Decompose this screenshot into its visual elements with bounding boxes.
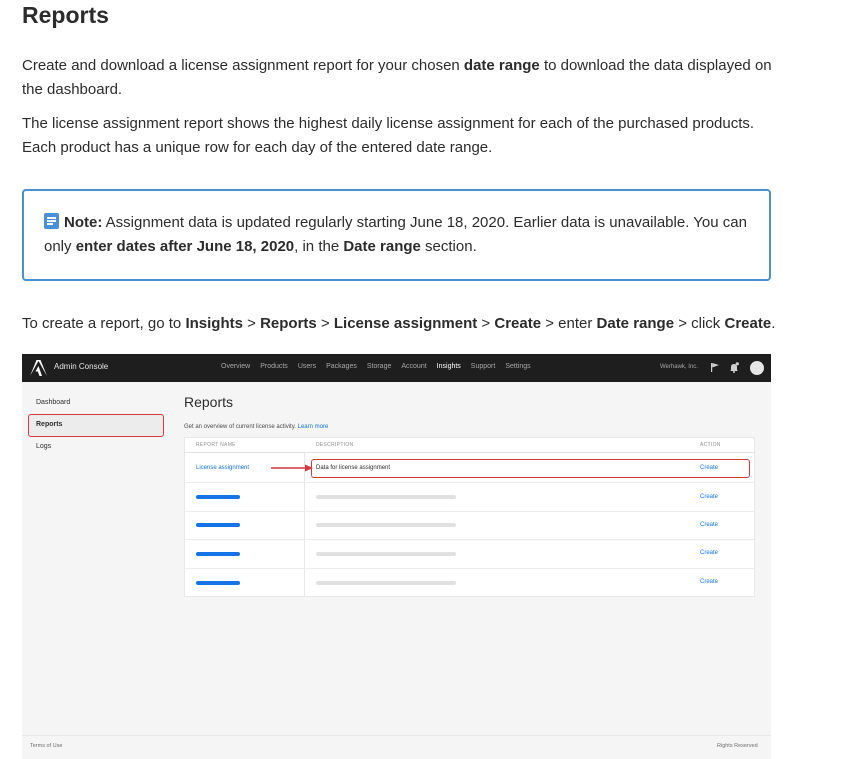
step-sep: > [477, 315, 495, 332]
flag-icon[interactable] [711, 363, 719, 372]
step-sep: > enter [541, 315, 597, 332]
top-nav: Overview Products Users Packages Storage… [221, 363, 531, 370]
row-divider [184, 539, 755, 540]
nav-storage[interactable]: Storage [367, 363, 392, 370]
create-button[interactable]: Create [700, 522, 718, 528]
step-sep: > [242, 315, 261, 332]
nav-insights[interactable]: Insights [437, 363, 461, 370]
placeholder-description-bar [316, 495, 456, 499]
adobe-logo-icon [30, 360, 47, 376]
terms-of-use-link[interactable]: Terms of Use [30, 743, 62, 749]
rights-reserved-text: Rights Reserved [717, 743, 758, 749]
row-divider [184, 568, 755, 569]
admin-console-screenshot: Admin Console Overview Products Users Pa… [22, 354, 771, 759]
note-text-2: , in the [294, 238, 344, 255]
placeholder-name-bar [196, 581, 240, 585]
nav-overview[interactable]: Overview [221, 363, 250, 370]
intro-paragraph: Create and download a license assignment… [22, 54, 782, 102]
bell-icon[interactable] [729, 362, 739, 373]
date-range-term: date range [463, 57, 540, 74]
reports-subtitle: Get an overview of current license activ… [184, 424, 328, 430]
create-button[interactable]: Create [700, 550, 718, 556]
footer [22, 735, 771, 759]
column-header-description: DESCRIPTION [316, 442, 354, 448]
sidebar-item-dashboard[interactable]: Dashboard [36, 399, 70, 406]
header-divider [184, 452, 755, 453]
step-sep: > click [674, 315, 725, 332]
create-button[interactable]: Create [700, 494, 718, 500]
report-description-paragraph: The license assignment report shows the … [22, 115, 755, 156]
subtitle-text: Get an overview of current license activ… [184, 424, 296, 430]
sidebar-item-logs[interactable]: Logs [36, 443, 51, 450]
nav-users[interactable]: Users [298, 363, 316, 370]
step-end: . [771, 315, 776, 332]
row-divider [184, 511, 755, 512]
row-description: Data for license assignment [316, 465, 391, 471]
steps-lead: To create a report, go to [22, 315, 186, 332]
avatar[interactable] [750, 361, 764, 375]
reports-heading: Reports [184, 394, 234, 410]
step-license-assignment: License assignment [333, 315, 478, 332]
steps-paragraph: To create a report, go to Insights > Rep… [22, 312, 782, 336]
org-name[interactable]: Werhawk, Inc. [660, 364, 698, 370]
nav-support[interactable]: Support [471, 363, 496, 370]
placeholder-name-bar [196, 523, 240, 527]
license-assignment-link[interactable]: License assignment [196, 465, 249, 471]
placeholder-description-bar [316, 581, 456, 585]
step-insights: Insights [185, 315, 243, 332]
note-label: Note: [64, 214, 103, 231]
page-title: Reports [22, 2, 109, 28]
sidebar-item-reports[interactable]: Reports [36, 421, 62, 428]
column-header-report-name: REPORT NAME [196, 442, 236, 448]
arrow-icon [271, 464, 313, 472]
nav-account[interactable]: Account [401, 363, 426, 370]
note-date-limit: enter dates after June 18, 2020 [75, 238, 295, 255]
note-callout: Note: Assignment data is updated regular… [22, 189, 771, 281]
step-create-final: Create [724, 315, 772, 332]
create-button[interactable]: Create [700, 465, 718, 471]
step-create: Create [494, 315, 542, 332]
step-reports: Reports [260, 315, 317, 332]
create-button[interactable]: Create [700, 579, 718, 585]
column-divider [304, 453, 305, 597]
nav-products[interactable]: Products [260, 363, 288, 370]
note-text-end: section. [420, 238, 477, 255]
nav-settings[interactable]: Settings [505, 363, 530, 370]
intro-text: Create and download a license assignment… [22, 57, 464, 74]
learn-more-link[interactable]: Learn more [298, 424, 329, 430]
step-sep: > [316, 315, 334, 332]
nav-packages[interactable]: Packages [326, 363, 357, 370]
app-name: Admin Console [54, 362, 109, 371]
placeholder-description-bar [316, 523, 456, 527]
note-date-range: Date range [343, 238, 421, 255]
placeholder-description-bar [316, 552, 456, 556]
note-icon [44, 213, 59, 229]
step-date-range: Date range [596, 315, 675, 332]
row-divider [184, 482, 755, 483]
placeholder-name-bar [196, 552, 240, 556]
column-header-action: ACTION [700, 442, 721, 448]
placeholder-name-bar [196, 495, 240, 499]
